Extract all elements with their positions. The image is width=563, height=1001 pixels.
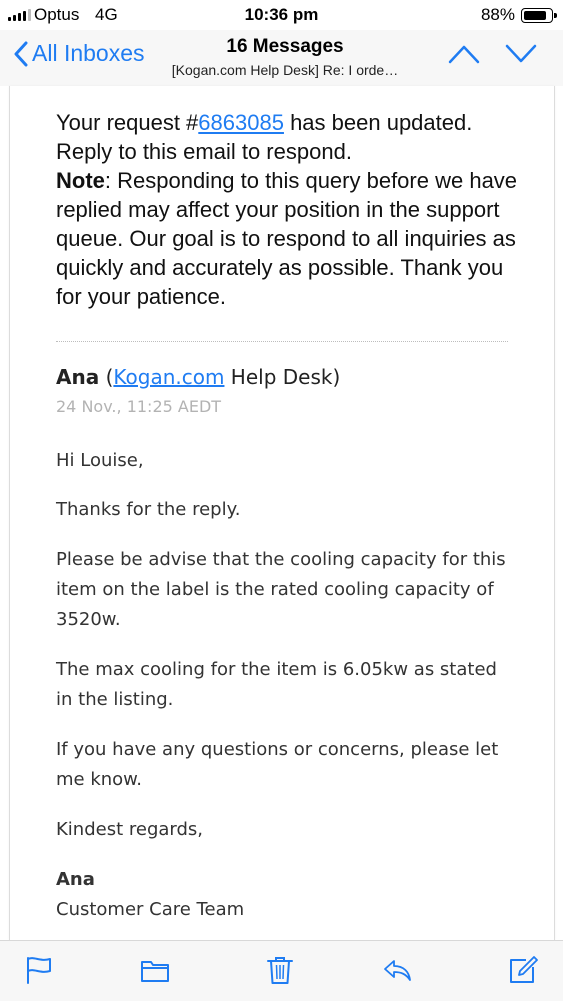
status-bar: Optus 4G 10:36 pm 88%	[0, 0, 563, 30]
folder-icon[interactable]	[140, 955, 170, 985]
bottom-toolbar	[0, 940, 563, 1001]
page-title: 16 Messages	[226, 36, 344, 57]
message-divider	[56, 341, 508, 342]
back-button-label: All Inboxes	[32, 40, 145, 66]
previous-message-button[interactable]	[448, 44, 480, 64]
flag-icon[interactable]	[24, 955, 54, 985]
request-number-link[interactable]: 6863085	[198, 110, 284, 135]
note-text: : Responding to this query before we hav…	[56, 168, 518, 309]
paragraph-max-cooling: The max cooling for the item is 6.05kw a…	[56, 659, 497, 710]
trash-icon[interactable]	[265, 955, 295, 985]
battery-percentage: 88%	[480, 5, 515, 24]
thread-subject: [Kogan.com Help Desk] Re: I orde…	[171, 62, 399, 78]
reply-icon[interactable]	[382, 955, 412, 985]
chevron-left-icon	[14, 41, 28, 66]
next-message-button[interactable]	[505, 44, 537, 64]
intro-text-start: Your request #	[56, 110, 199, 135]
compose-icon[interactable]	[508, 955, 538, 985]
back-button[interactable]: All Inboxes	[14, 40, 145, 67]
sender-line: Ana (Kogan.com Help Desk)	[56, 365, 340, 389]
navigation-bar: All Inboxes 16 Messages [Kogan.com Help …	[0, 30, 563, 86]
sender-company-rest: Help Desk)	[224, 365, 341, 389]
clock: 10:36 pm	[244, 5, 319, 24]
sender-company-link[interactable]: Kogan.com	[113, 365, 224, 389]
email-message-card: Your request #6863085 has been updated. …	[9, 86, 555, 940]
signature-team: Customer Care Team	[56, 899, 245, 920]
sender-paren: (	[99, 365, 114, 389]
note-label: Note	[56, 168, 105, 193]
battery-icon	[521, 8, 557, 23]
signature-name: Ana	[56, 869, 95, 890]
message-date: 24 Nov., 11:25 AEDT	[56, 397, 222, 416]
greeting: Hi Louise,	[56, 450, 144, 471]
paragraph-capacity: Please be advise that the cooling capaci…	[56, 549, 506, 630]
email-intro: Your request #6863085 has been updated. …	[56, 108, 526, 311]
paragraph-questions: If you have any questions or concerns, p…	[56, 739, 499, 790]
sender-name: Ana	[56, 365, 100, 389]
closing: Kindest regards,	[56, 819, 204, 840]
paragraph-thanks: Thanks for the reply.	[56, 499, 241, 520]
